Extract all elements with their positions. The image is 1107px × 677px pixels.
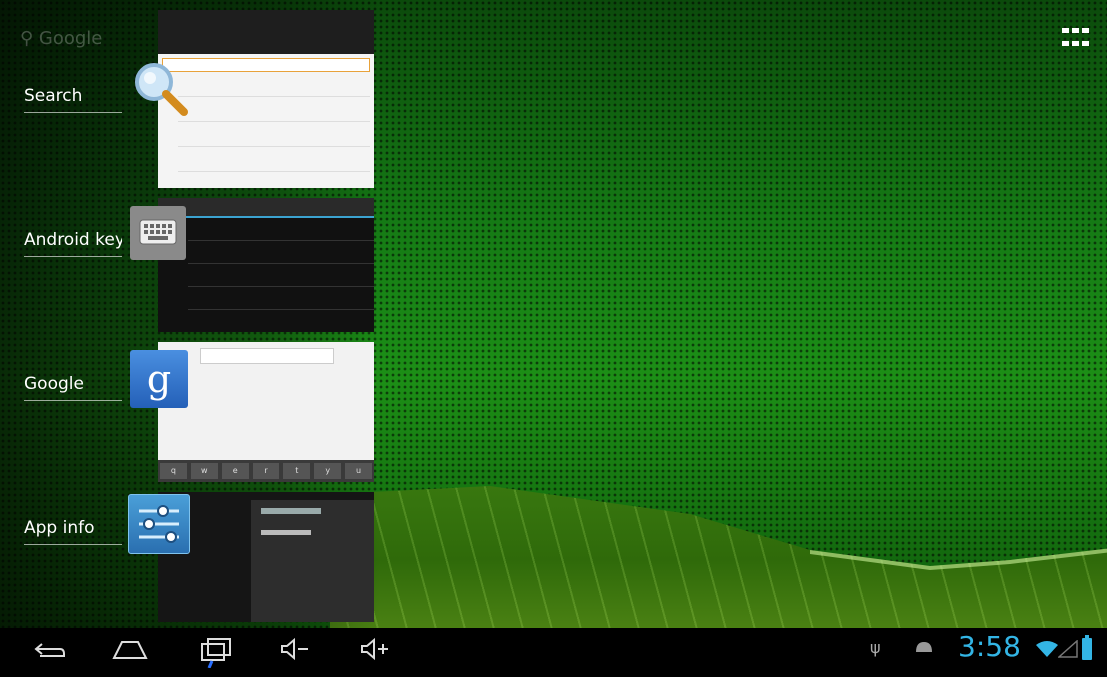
wifi-icon: [1036, 640, 1058, 662]
keyboard-icon: [130, 206, 186, 260]
signal-icon: [1057, 639, 1078, 662]
settings-sliders-icon: [128, 494, 190, 554]
recent-thumbnail-google[interactable]: qwertyu: [158, 342, 374, 482]
recent-thumbnail-keyboard[interactable]: [158, 198, 374, 332]
google-g-icon: g: [130, 350, 188, 408]
recent-app-label-appinfo[interactable]: App info: [24, 518, 122, 545]
search-hint-text: Google: [38, 28, 103, 49]
magnifier-icon: [132, 60, 188, 116]
volume-down-icon[interactable]: [276, 634, 316, 664]
status-clock[interactable]: 3:58: [958, 630, 1021, 663]
system-navigation-bar: ψ 3:58: [0, 628, 1107, 671]
battery-icon: [1082, 635, 1092, 660]
recent-app-label-search[interactable]: Search: [24, 86, 122, 113]
all-apps-icon[interactable]: [1062, 28, 1090, 50]
recents-icon[interactable]: [196, 634, 236, 669]
back-icon[interactable]: [30, 634, 70, 664]
android-debug-icon[interactable]: [914, 638, 934, 658]
recent-app-label-keyboard[interactable]: Android keyboard: [24, 230, 122, 257]
recent-thumbnail-search[interactable]: [158, 10, 374, 188]
volume-up-icon[interactable]: [356, 634, 396, 664]
usb-icon[interactable]: ψ: [870, 638, 881, 657]
google-search-hint: ⚲ Google: [20, 28, 103, 49]
recent-app-label-google[interactable]: Google: [24, 374, 122, 401]
svg-text:g: g: [147, 357, 171, 401]
home-icon[interactable]: [110, 634, 150, 664]
wallpaper-leaf: [330, 486, 1107, 628]
recent-thumbnail-appinfo[interactable]: [158, 492, 374, 622]
